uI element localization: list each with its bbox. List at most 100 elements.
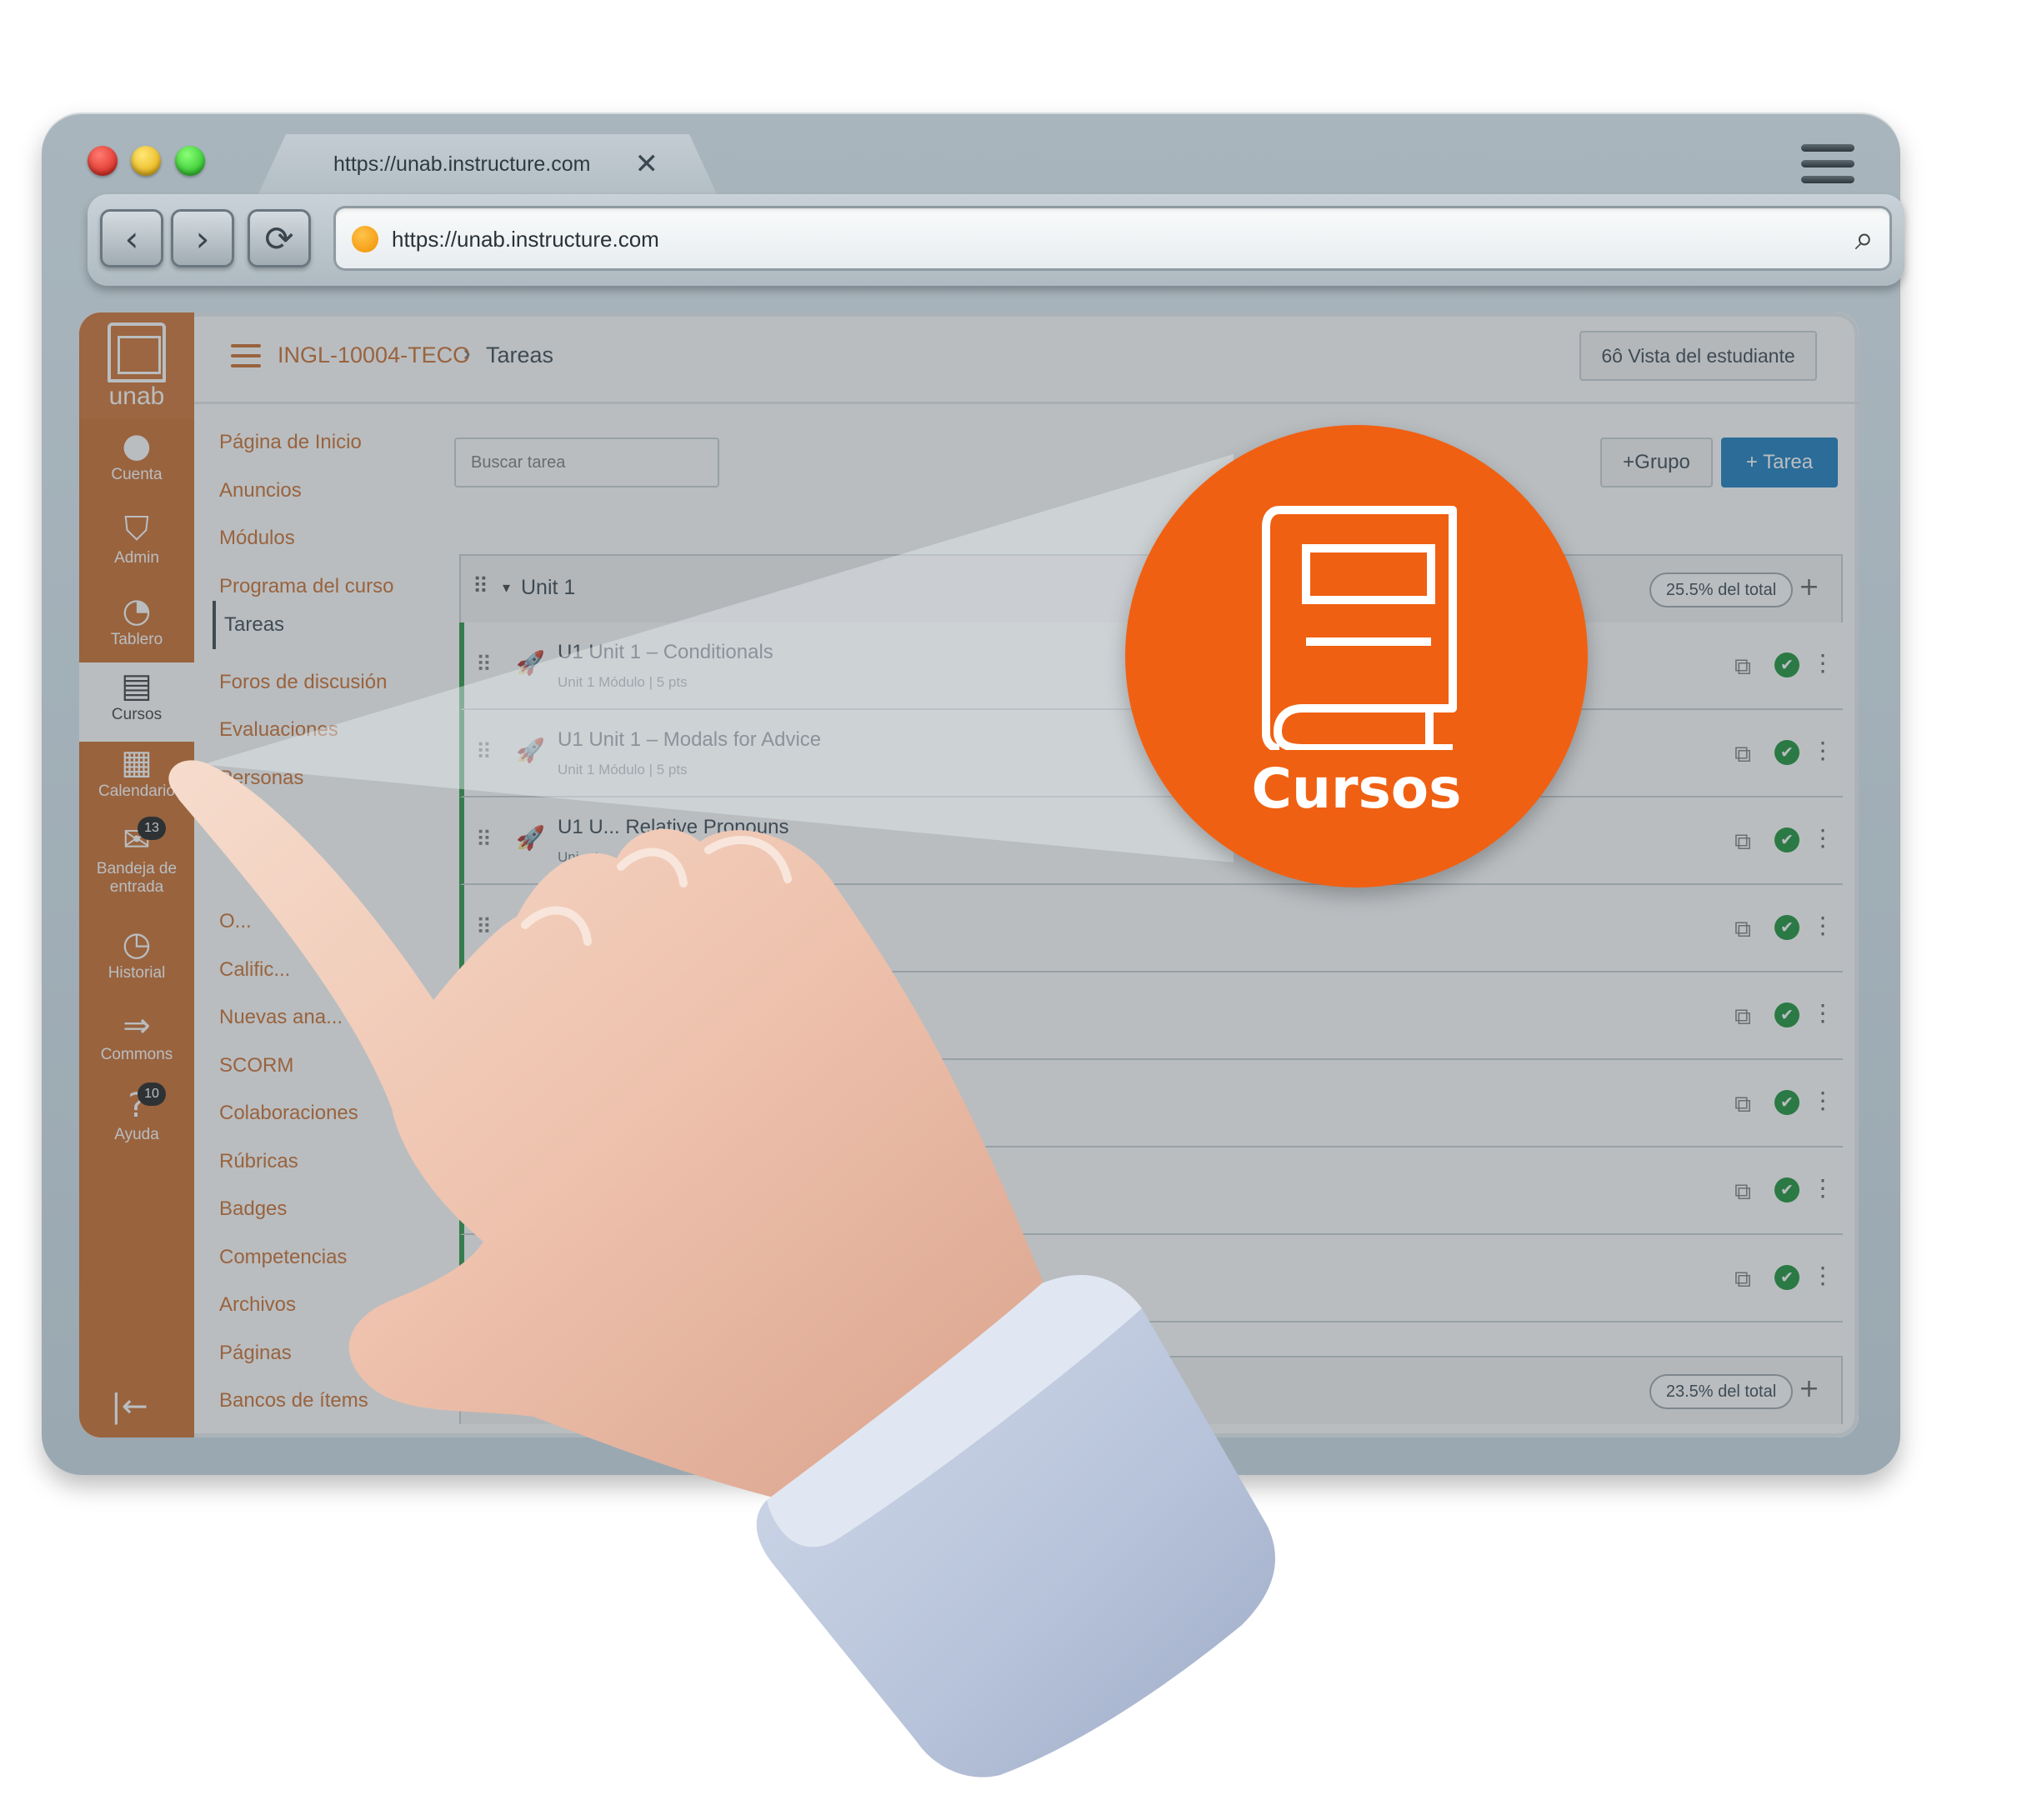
collapse-caret-icon[interactable]: ▾ [503, 1381, 510, 1398]
add-to-group-icon[interactable]: + [1799, 1374, 1819, 1403]
assignment-group-header[interactable]: ⠿ ▾ Unit 2 23.5% del total + [459, 1356, 1843, 1424]
drag-handle-icon[interactable]: ⠿ [476, 915, 492, 940]
drag-handle-icon[interactable]: ⠿ [476, 1090, 492, 1115]
course-nav-item[interactable]: Módulos [219, 527, 295, 550]
course-nav-item[interactable]: Personas [219, 767, 303, 790]
rail-item-ayuda[interactable]: ? Ayuda 10 [79, 1082, 194, 1158]
assignment-title[interactable]: ...ynamic Presentation: [558, 1078, 761, 1102]
course-nav-item[interactable]: Nuevas ana... [219, 1006, 343, 1029]
more-options-icon[interactable]: ⋮ [1811, 1174, 1834, 1202]
search-assignment-input[interactable] [456, 439, 718, 486]
minimize-window-button[interactable] [131, 146, 161, 176]
more-options-icon[interactable]: ⋮ [1811, 649, 1834, 677]
search-assignment-field[interactable] [454, 438, 719, 488]
rail-item-cursos[interactable]: ▤ Cursos [79, 662, 194, 742]
logo-text: unab [108, 382, 165, 410]
more-options-icon[interactable]: ⋮ [1811, 824, 1834, 852]
rail-item-bandeja-de-entrada[interactable]: ✉ Bandeja de entrada 13 [79, 817, 194, 896]
course-nav-item[interactable]: Archivos [219, 1293, 296, 1317]
forward-button[interactable]: › [171, 209, 234, 268]
copy-icon[interactable]: ⧉ [1734, 1265, 1751, 1293]
course-nav-item[interactable]: Competencias [219, 1246, 347, 1269]
copy-icon[interactable]: ⧉ [1734, 1002, 1751, 1031]
assignment-row[interactable]: ⠿ 🚀 ... Infinitives ⧉ ✔ ⋮ [459, 885, 1843, 972]
more-options-icon[interactable]: ⋮ [1811, 737, 1834, 764]
drag-handle-icon[interactable]: ⠿ [473, 1376, 488, 1401]
drag-handle-icon[interactable]: ⠿ [473, 574, 488, 599]
rail-item-historial[interactable]: ◷ Historial [79, 921, 194, 996]
drag-handle-icon[interactable]: ⠿ [476, 1178, 492, 1202]
more-options-icon[interactable]: ⋮ [1811, 1262, 1834, 1289]
rail-item-cuenta[interactable]: ● Cuenta [79, 422, 194, 498]
course-nav-item[interactable]: O... [219, 910, 252, 933]
close-window-button[interactable] [88, 146, 118, 176]
assignment-row[interactable]: ⠿ 🚀 ⧉ ✔ ⋮ [459, 1235, 1843, 1322]
course-nav-item[interactable]: Foros de discusión [219, 671, 387, 694]
drag-handle-icon[interactable]: ⠿ [476, 740, 492, 765]
back-button[interactable]: ‹ [100, 209, 163, 268]
add-assignment-button[interactable]: + Tarea [1721, 438, 1838, 488]
course-nav-item[interactable]: Programa del curso [219, 575, 393, 598]
search-icon[interactable]: ⌕ [1855, 219, 1874, 258]
address-bar[interactable]: https://unab.instructure.com ⌕ [333, 206, 1892, 271]
copy-icon[interactable]: ⧉ [1734, 652, 1751, 681]
published-check-icon[interactable]: ✔ [1774, 740, 1799, 765]
unab-logo[interactable]: unab [79, 312, 194, 419]
tab-title: https://unab.instructure.com [333, 152, 591, 176]
add-to-group-icon[interactable]: + [1799, 572, 1819, 602]
published-check-icon[interactable]: ✔ [1774, 828, 1799, 852]
browser-tab[interactable]: https://unab.instructure.com ✕ [258, 134, 717, 194]
rail-item-tablero[interactable]: ◔ Tablero [79, 588, 194, 662]
course-nav-item[interactable]: Tareas [213, 601, 431, 649]
course-nav-item[interactable]: Páginas [219, 1342, 292, 1365]
course-nav-item[interactable]: Badges [219, 1198, 287, 1221]
rail-item-commons[interactable]: ⇒ Commons [79, 1002, 194, 1078]
drag-handle-icon[interactable]: ⠿ [476, 1002, 492, 1028]
assignment-title[interactable]: U1 Unit 1 – Modals for Advice [558, 728, 821, 752]
course-nav-item[interactable]: Página de Inicio [219, 431, 362, 454]
copy-icon[interactable]: ⧉ [1734, 1090, 1751, 1118]
assignment-title[interactable]: U1 Unit 1 – Conditionals [558, 641, 773, 664]
collapse-caret-icon[interactable]: ▾ [503, 579, 510, 597]
assignment-row[interactable]: ⠿ 🚀 ...ynamic Presentation: ⧉ ✔ ⋮ [459, 1060, 1843, 1148]
published-check-icon[interactable]: ✔ [1774, 1090, 1799, 1115]
student-view-button[interactable]: 6ô Vista del estudiante [1579, 331, 1817, 381]
more-options-icon[interactable]: ⋮ [1811, 912, 1834, 939]
breadcrumb-course[interactable]: INGL-10004-TECO [278, 342, 470, 368]
assignment-title[interactable]: U1 U... Relative Pronouns [558, 816, 788, 839]
course-nav-item[interactable]: Bancos de ítems [219, 1389, 368, 1412]
tab-close-icon[interactable]: ✕ [635, 148, 659, 181]
copy-icon[interactable]: ⧉ [1734, 740, 1751, 768]
rail-item-calendario[interactable]: ▦ Calendario [79, 739, 194, 814]
course-nav-item[interactable]: Colaboraciones [219, 1102, 358, 1125]
breadcrumb-current-page: Tareas [486, 342, 554, 368]
maximize-window-button[interactable] [175, 146, 205, 176]
collapse-nav-icon[interactable]: |← [111, 1388, 148, 1424]
course-nav-item[interactable]: Evaluaciones [219, 718, 338, 742]
published-check-icon[interactable]: ✔ [1774, 1265, 1799, 1290]
more-options-icon[interactable]: ⋮ [1811, 999, 1834, 1027]
rail-item-admin[interactable]: ⛉ Admin [79, 506, 194, 581]
drag-handle-icon[interactable]: ⠿ [476, 828, 492, 852]
published-check-icon[interactable]: ✔ [1774, 1002, 1799, 1028]
course-menu-toggle-icon[interactable] [231, 344, 261, 369]
published-check-icon[interactable]: ✔ [1774, 652, 1799, 678]
assignment-title[interactable]: ... Infinitives [558, 903, 663, 927]
drag-handle-icon[interactable]: ⠿ [476, 652, 492, 678]
assignment-row[interactable]: ⠿ 🚀 ⧉ ✔ ⋮ [459, 1148, 1843, 1235]
published-check-icon[interactable]: ✔ [1774, 915, 1799, 940]
more-options-icon[interactable]: ⋮ [1811, 1087, 1834, 1114]
copy-icon[interactable]: ⧉ [1734, 828, 1751, 856]
course-nav-item[interactable]: Calific... [219, 958, 290, 982]
published-check-icon[interactable]: ✔ [1774, 1178, 1799, 1202]
course-nav-item[interactable]: Anuncios [219, 479, 302, 502]
reload-button[interactable]: ⟳ [248, 209, 311, 268]
course-nav-item[interactable]: SCORM [219, 1054, 293, 1078]
drag-handle-icon[interactable]: ⠿ [476, 1265, 492, 1290]
assignment-row[interactable]: ⠿ 🚀 ⧉ ✔ ⋮ [459, 972, 1843, 1060]
browser-menu-icon[interactable] [1801, 144, 1854, 184]
add-group-button[interactable]: +Grupo [1600, 438, 1713, 488]
course-nav-item[interactable]: Rúbricas [219, 1150, 298, 1173]
copy-icon[interactable]: ⧉ [1734, 1178, 1751, 1206]
copy-icon[interactable]: ⧉ [1734, 915, 1751, 943]
